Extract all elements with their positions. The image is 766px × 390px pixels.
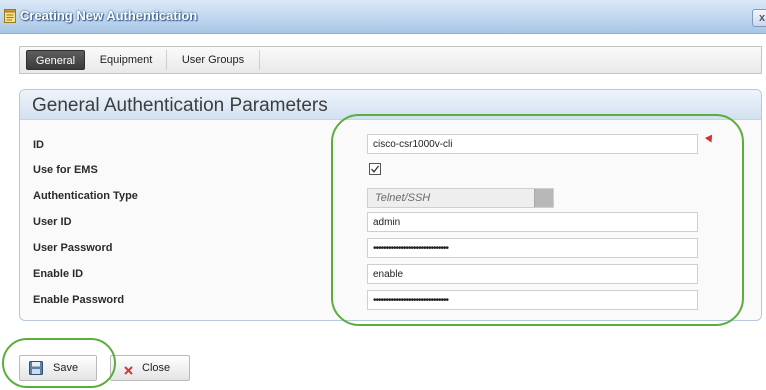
tab-general[interactable]: General	[26, 50, 85, 70]
dropdown-arrow-icon	[534, 189, 553, 207]
notepad-icon	[4, 9, 16, 23]
tab-divider	[166, 50, 167, 70]
auth-type-label: Authentication Type	[33, 190, 138, 202]
user-password-label: User Password	[33, 242, 113, 254]
auth-type-value: Telnet/SSH	[375, 192, 431, 204]
user-password-input[interactable]	[367, 238, 698, 258]
enable-password-label: Enable Password	[33, 294, 125, 306]
enable-id-input[interactable]	[367, 264, 698, 284]
save-button-label: Save	[53, 362, 79, 374]
auth-type-select[interactable]: Telnet/SSH	[367, 188, 554, 208]
floppy-disk-icon	[29, 361, 43, 378]
user-id-input[interactable]	[367, 212, 698, 232]
dialog-titlebar: Creating New Authentication x	[0, 0, 766, 34]
user-id-label: User ID	[33, 216, 72, 228]
red-x-icon	[124, 364, 133, 378]
panel-header: General Authentication Parameters	[20, 90, 761, 120]
close-button-label: Close	[142, 362, 171, 374]
tab-user-groups[interactable]: User Groups	[171, 50, 255, 70]
id-input[interactable]	[367, 134, 698, 154]
use-for-ems-checkbox[interactable]	[369, 163, 381, 175]
panel-title: General Authentication Parameters	[32, 95, 328, 116]
enable-password-input[interactable]	[367, 290, 698, 310]
tab-bar: General Equipment User Groups	[19, 46, 762, 74]
tab-equipment[interactable]: Equipment	[90, 50, 162, 70]
general-parameters-panel: General Authentication Parameters ID Use…	[19, 89, 762, 321]
id-label: ID	[33, 139, 44, 151]
save-button[interactable]: Save	[19, 355, 97, 381]
required-pin-icon	[704, 134, 716, 145]
close-button[interactable]: Close	[110, 355, 190, 381]
dialog-title: Creating New Authentication	[20, 8, 198, 23]
use-for-ems-label: Use for EMS	[33, 164, 98, 176]
enable-id-label: Enable ID	[33, 268, 84, 280]
tab-divider	[259, 50, 260, 70]
close-icon[interactable]: x	[752, 9, 766, 27]
